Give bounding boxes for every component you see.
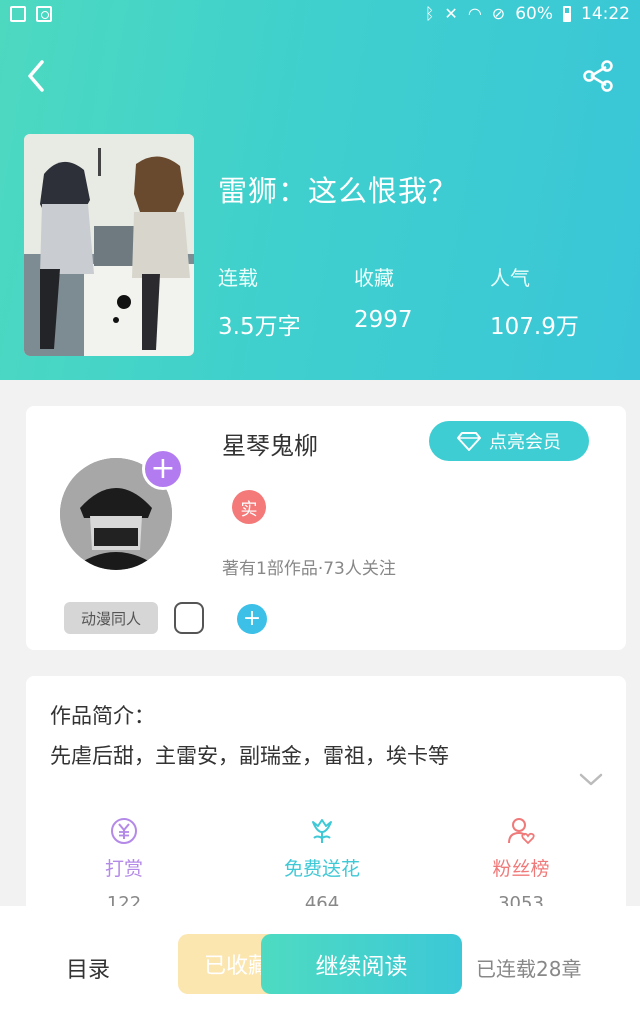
wifi-icon: ◠ bbox=[467, 4, 482, 23]
status-bar: ᛒ ✕ ◠ ⊘ 60% 14:22 bbox=[0, 0, 640, 28]
book-header: ᛒ ✕ ◠ ⊘ 60% 14:22 雷狮：这么恨我？ 连载 3.5万字 收藏 2… bbox=[0, 0, 640, 380]
author-card: + 星琴鬼柳 点亮会员 实 著有1部作品·73人关注 动漫同人 + bbox=[26, 406, 626, 650]
expand-intro-button[interactable] bbox=[578, 772, 604, 788]
stat-serialized: 连载 3.5万字 bbox=[218, 262, 301, 341]
verified-badge: 实 bbox=[232, 490, 266, 524]
intro-card: 作品简介： 先虐后甜，主雷安，副瑞金，雷祖，埃卡等 打赏 122 免费送花 46… bbox=[26, 676, 626, 936]
mute-icon: ✕ bbox=[444, 4, 458, 23]
share-icon bbox=[583, 60, 613, 92]
follow-author-button[interactable]: + bbox=[142, 448, 184, 490]
clock: 14:22 bbox=[581, 4, 630, 24]
do-not-disturb-icon: ⊘ bbox=[491, 4, 506, 23]
stat-label: 连载 bbox=[218, 266, 258, 290]
status-right: ᛒ ✕ ◠ ⊘ 60% 14:22 bbox=[425, 4, 630, 24]
chapter-status: 已连载28章 bbox=[476, 957, 582, 981]
continue-label: 继续阅读 bbox=[315, 954, 408, 980]
bluetooth-icon: ᛒ bbox=[424, 4, 435, 23]
fan-ranking-icon bbox=[506, 816, 536, 846]
author-meta: 著有1部作品·73人关注 bbox=[222, 559, 396, 579]
intro-heading: 作品简介： bbox=[50, 704, 155, 728]
chevron-left-icon bbox=[28, 60, 44, 92]
share-button[interactable] bbox=[580, 58, 616, 94]
cover-illustration bbox=[24, 134, 194, 356]
flower-icon bbox=[307, 816, 337, 846]
action-label: 粉丝榜 bbox=[492, 858, 550, 880]
author-name[interactable]: 星琴鬼柳 bbox=[222, 426, 318, 461]
intro-text: 先虐后甜，主雷安，副瑞金，雷祖，埃卡等 bbox=[50, 744, 449, 768]
back-button[interactable] bbox=[22, 58, 52, 94]
stat-value: 3.5万字 bbox=[218, 314, 301, 340]
tip-button[interactable]: 打赏 122 bbox=[49, 816, 199, 914]
book-cover[interactable] bbox=[24, 134, 194, 356]
category-tag[interactable]: 动漫同人 bbox=[64, 602, 158, 634]
stat-popularity: 人气 107.9万 bbox=[490, 262, 579, 341]
book-title: 雷狮：这么恨我？ bbox=[218, 174, 459, 208]
stat-value: 107.9万 bbox=[490, 314, 579, 340]
action-label: 免费送花 bbox=[283, 858, 360, 880]
fan-ranking-button[interactable]: 粉丝榜 3053 bbox=[446, 816, 596, 914]
stat-favorites: 收藏 2997 bbox=[354, 262, 413, 333]
status-left bbox=[10, 6, 52, 22]
battery-percent: 60% bbox=[515, 4, 553, 24]
empty-tag[interactable] bbox=[174, 602, 204, 634]
gallery-notification-icon bbox=[10, 6, 26, 22]
chevron-down-icon bbox=[579, 773, 603, 786]
vip-label: 点亮会员 bbox=[489, 432, 561, 453]
bottom-action-bar: 目录 已收藏 继续阅读 已连载28章 bbox=[0, 906, 640, 1024]
stat-label: 收藏 bbox=[354, 266, 394, 290]
stat-value: 2997 bbox=[354, 307, 413, 333]
stat-label: 人气 bbox=[490, 266, 530, 290]
yen-coin-icon bbox=[109, 816, 139, 846]
app-notification-icon bbox=[36, 6, 52, 22]
table-of-contents-button[interactable]: 目录 bbox=[66, 952, 110, 984]
battery-icon bbox=[563, 6, 571, 22]
activate-vip-button[interactable]: 点亮会员 bbox=[429, 421, 589, 461]
continue-reading-button[interactable]: 继续阅读 bbox=[261, 934, 462, 994]
diamond-icon bbox=[457, 432, 481, 451]
action-label: 打赏 bbox=[104, 858, 143, 880]
add-tag-button[interactable]: + bbox=[237, 604, 267, 634]
send-flower-button[interactable]: 免费送花 464 bbox=[247, 816, 397, 914]
